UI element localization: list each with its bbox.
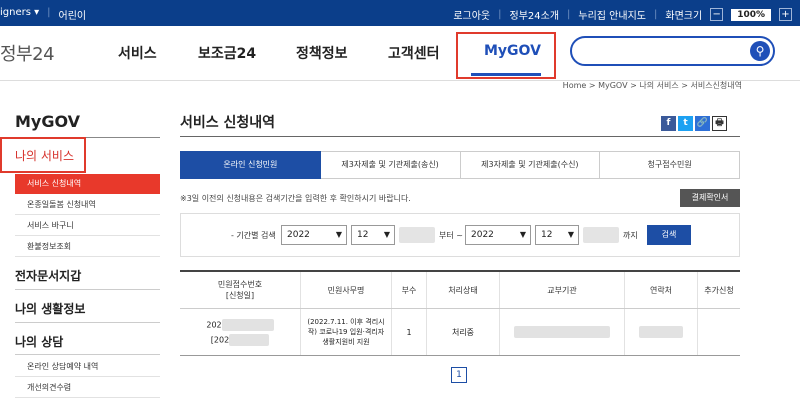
from-month-select[interactable]: 12 ▼ bbox=[351, 225, 395, 245]
zoom-in-button[interactable]: + bbox=[779, 8, 792, 21]
count-cell: 1 bbox=[391, 308, 427, 356]
tab-third-party-receive[interactable]: 제3자제출 및 기관제출(수신) bbox=[460, 151, 601, 179]
nav-policy-info[interactable]: 정책정보 bbox=[296, 43, 348, 63]
sidebar-subitem-care[interactable]: 온종일돌봄 신청내역 bbox=[15, 195, 160, 215]
zoom-label: 화면크기 bbox=[665, 11, 703, 22]
col-contact: 연락처 bbox=[624, 270, 698, 309]
chevron-down-icon: ▼ bbox=[519, 230, 526, 239]
status-cell: 처리중 bbox=[426, 308, 500, 356]
from-month-value: 12 bbox=[357, 230, 369, 240]
zoom-out-button[interactable]: − bbox=[710, 8, 724, 21]
sitemap-link[interactable]: 누리집 안내지도 bbox=[578, 7, 646, 22]
notice-text: ※3일 이전의 신청내용은 검색기간을 입력한 후 확인하시기 바랍니다. bbox=[180, 194, 411, 203]
link-icon[interactable]: 🔗 bbox=[695, 116, 710, 131]
divider bbox=[15, 322, 160, 323]
redacted-contact bbox=[639, 326, 683, 338]
top-link-kids[interactable]: 어린이 bbox=[59, 7, 87, 22]
to-year-value: 2022 bbox=[471, 230, 494, 240]
page-title: 서비스 신청내역 bbox=[180, 115, 276, 131]
col-issuing-agency: 교부기관 bbox=[499, 270, 625, 309]
from-day-select[interactable] bbox=[399, 227, 435, 243]
print-icon[interactable]: 🖶 bbox=[712, 116, 727, 131]
to-month-select[interactable]: 12 ▼ bbox=[535, 225, 579, 245]
to-day-select[interactable] bbox=[583, 227, 619, 243]
to-suffix: 까지 bbox=[623, 231, 638, 240]
twitter-icon[interactable]: t bbox=[678, 116, 693, 131]
sidebar-subitem-consult-booking[interactable]: 온라인 상담예약 내역 bbox=[15, 357, 160, 377]
receipt-no-prefix: 202 bbox=[206, 320, 222, 329]
service-name-cell[interactable]: (2022.7.11. 이후 격리시작) 코로나19 입원·격리자 생활지원비 … bbox=[300, 308, 392, 356]
receipt-no-cell[interactable]: 202 [202 bbox=[180, 308, 301, 356]
redacted-date bbox=[229, 333, 270, 346]
filter-label: - 기간별 검색 bbox=[231, 231, 276, 240]
request-table: 민원접수번호 [신청일] 민원사무명 부수 처리상태 교부기관 연락처 추가신청… bbox=[180, 270, 740, 356]
sidebar-title: MyGOV bbox=[15, 112, 81, 131]
top-utility-bar: igners ▾ | 어린이 로그아웃 | 정부24소개 | 누리집 안내지도 … bbox=[0, 0, 800, 26]
from-year-select[interactable]: 2022 ▼ bbox=[281, 225, 347, 245]
redacted-agency bbox=[514, 326, 610, 338]
table-header-row: 민원접수번호 [신청일] 민원사무명 부수 처리상태 교부기관 연락처 추가신청 bbox=[180, 270, 740, 309]
payment-confirm-button[interactable]: 결제확인서 bbox=[680, 189, 740, 207]
chevron-down-icon: ▼ bbox=[335, 230, 342, 239]
nav-customer-center[interactable]: 고객센터 bbox=[388, 43, 440, 63]
sidebar-item-doc-wallet[interactable]: 전자문서지갑 bbox=[15, 267, 81, 284]
to-year-select[interactable]: 2022 ▼ bbox=[465, 225, 531, 245]
divider bbox=[15, 289, 160, 290]
col-count: 부수 bbox=[391, 270, 427, 309]
site-logo[interactable]: 정부24 bbox=[0, 40, 55, 66]
chevron-down-icon: ▼ bbox=[567, 230, 574, 239]
period-filter: - 기간별 검색 2022 ▼ 12 ▼ 부터 ~ 2022 ▼ 12 ▼ 까지… bbox=[180, 213, 740, 257]
table-row: 202 [202 (2022.7.11. 이후 격리시작) 코로나19 입원·격… bbox=[180, 308, 740, 356]
highlight-box bbox=[456, 32, 556, 79]
col-status: 처리상태 bbox=[426, 270, 500, 309]
sidebar-subitem-service-history[interactable]: 서비스 신청내역 bbox=[15, 174, 160, 194]
facebook-icon[interactable]: f bbox=[661, 116, 676, 131]
sidebar-item-life-info[interactable]: 나의 생활정보 bbox=[15, 300, 85, 317]
request-tabs: 온라인 신청민원 제3자제출 및 기관제출(송신) 제3자제출 및 기관제출(수… bbox=[180, 151, 740, 179]
sidebar-subitem-refund[interactable]: 환불정보조회 bbox=[15, 237, 160, 257]
extra-cell bbox=[697, 308, 740, 356]
from-year-value: 2022 bbox=[287, 230, 310, 240]
sidebar-item-consult[interactable]: 나의 상담 bbox=[15, 333, 63, 350]
breadcrumb: Home > MyGOV > 나의 서비스 > 서비스신청내역 bbox=[562, 81, 742, 90]
contact-cell bbox=[624, 308, 698, 356]
search-icon[interactable]: ⚲ bbox=[750, 41, 770, 61]
col-service-name: 민원사무명 bbox=[300, 270, 392, 309]
tab-online[interactable]: 온라인 신청민원 bbox=[180, 151, 321, 179]
col-extra: 추가신청 bbox=[697, 270, 740, 309]
divider bbox=[180, 136, 740, 137]
search-button[interactable]: 검색 bbox=[647, 225, 691, 245]
redacted-receipt-no bbox=[221, 318, 274, 331]
from-suffix: 부터 ~ bbox=[439, 231, 463, 240]
divider bbox=[15, 354, 160, 355]
sidebar-subitem-feedback[interactable]: 개선의견수렴 bbox=[15, 378, 160, 398]
col-receipt-no: 민원접수번호 [신청일] bbox=[180, 270, 301, 309]
agency-cell bbox=[499, 308, 625, 356]
separator: | bbox=[654, 9, 658, 20]
logout-link[interactable]: 로그아웃 bbox=[453, 7, 490, 22]
sidebar-subitem-basket[interactable]: 서비스 바구니 bbox=[15, 216, 160, 236]
about-link[interactable]: 정부24소개 bbox=[510, 7, 560, 22]
page-1-button[interactable]: 1 bbox=[451, 367, 467, 383]
chevron-down-icon: ▼ bbox=[383, 230, 390, 239]
search-input[interactable]: ⚲ bbox=[570, 36, 775, 66]
separator: | bbox=[567, 9, 571, 20]
receipt-date-prefix: [202 bbox=[210, 335, 230, 344]
separator: | bbox=[498, 9, 502, 20]
sidebar-item-my-services[interactable]: 나의 서비스 bbox=[15, 147, 74, 164]
zoom-value: 100% bbox=[731, 8, 771, 21]
top-link-designers[interactable]: igners ▾ bbox=[0, 7, 39, 22]
separator: | bbox=[47, 7, 51, 18]
tab-claim[interactable]: 청구접수민원 bbox=[600, 151, 740, 179]
nav-subsidy24[interactable]: 보조금24 bbox=[198, 43, 256, 63]
nav-services[interactable]: 서비스 bbox=[118, 43, 157, 63]
to-month-value: 12 bbox=[541, 230, 553, 240]
tab-third-party-send[interactable]: 제3자제출 및 기관제출(송신) bbox=[320, 151, 461, 179]
